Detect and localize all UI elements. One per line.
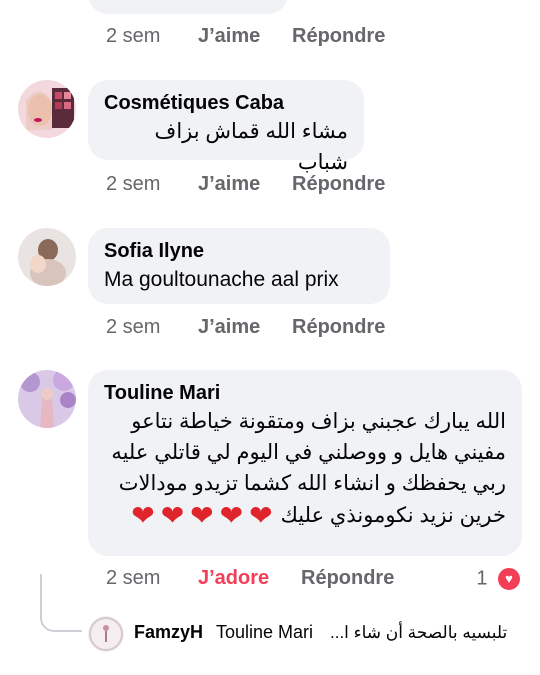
reply-button[interactable]: Répondre [292,173,385,196]
avatar[interactable] [18,370,76,428]
heart-icon: ❤ [190,500,214,531]
comment-text: مشاء الله قماش بزاف شباب [154,120,348,174]
reply-button[interactable]: Répondre [292,316,385,339]
comment-author[interactable]: Cosmétiques Caba [104,90,348,116]
comment-last-line: خرين نزيد نكومونذي عليك ❤ ❤ ❤ ❤ ❤ [104,499,506,531]
like-button[interactable]: J’aime [198,316,260,339]
comment-bubble: Touline Mari الله يبارك عجبني بزاف ومتقو… [88,370,522,556]
avatar[interactable] [18,80,76,138]
comment-time[interactable]: 2 sem [106,173,160,196]
heart-emoji-row: ❤ ❤ ❤ ❤ ❤ [131,501,272,531]
comment-bubble: Sofia Ilyne Ma goultounache aal prix [88,228,390,304]
heart-icon: ❤ [131,500,155,531]
reaction-number: 1 [476,567,488,590]
like-button[interactable]: J’aime [198,25,260,48]
reply-preview[interactable]: FamzyH Touline Mari تلبسيه بالصحة أن شاء… [0,574,540,654]
avatar[interactable] [88,616,124,652]
heart-icon: ❤ [249,500,273,531]
comment-text-line: مفيني هايل و ووصلني في اليوم لي قاتلي عل… [111,441,506,464]
comment-time[interactable]: 2 sem [106,316,160,339]
reply-text: تلبسيه بالصحة أن شاء ا... [330,623,508,642]
reply-button[interactable]: Répondre [292,25,385,48]
heart-reaction-icon: ♥ [496,566,522,592]
reply-button[interactable]: Répondre [301,567,394,590]
like-button[interactable]: J’aime [198,173,260,196]
heart-icon: ❤ [219,500,244,531]
comment-bubble: Cosmétiques Caba مشاء الله قماش بزاف شبا… [88,80,364,174]
comment-author[interactable]: Sofia Ilyne [104,238,374,264]
avatar[interactable] [18,228,76,286]
previous-comment-bubble [88,0,288,14]
reply-author[interactable]: FamzyH [134,622,203,643]
reply-thread-line [40,574,82,632]
reply-mention[interactable]: Touline Mari [216,622,313,643]
love-button[interactable]: J’adore [198,567,269,590]
comment-author[interactable]: Touline Mari [104,380,506,406]
reaction-count[interactable]: 1 ♥ [476,566,522,592]
comment-time[interactable]: 2 sem [106,25,160,48]
comment-text-line: ربي يحفظك و انشاء الله كشما تزيدو مودالا… [118,472,506,495]
comment-text: Ma goultounache aal prix [104,268,339,291]
heart-icon: ❤ [160,500,185,531]
comment-text-line: خرين نزيد نكومونذي عليك [280,503,506,527]
comment-text-line: الله يبارك عجبني بزاف ومتقونة خياطة نتاع… [131,410,506,433]
comment-time[interactable]: 2 sem [106,567,160,590]
